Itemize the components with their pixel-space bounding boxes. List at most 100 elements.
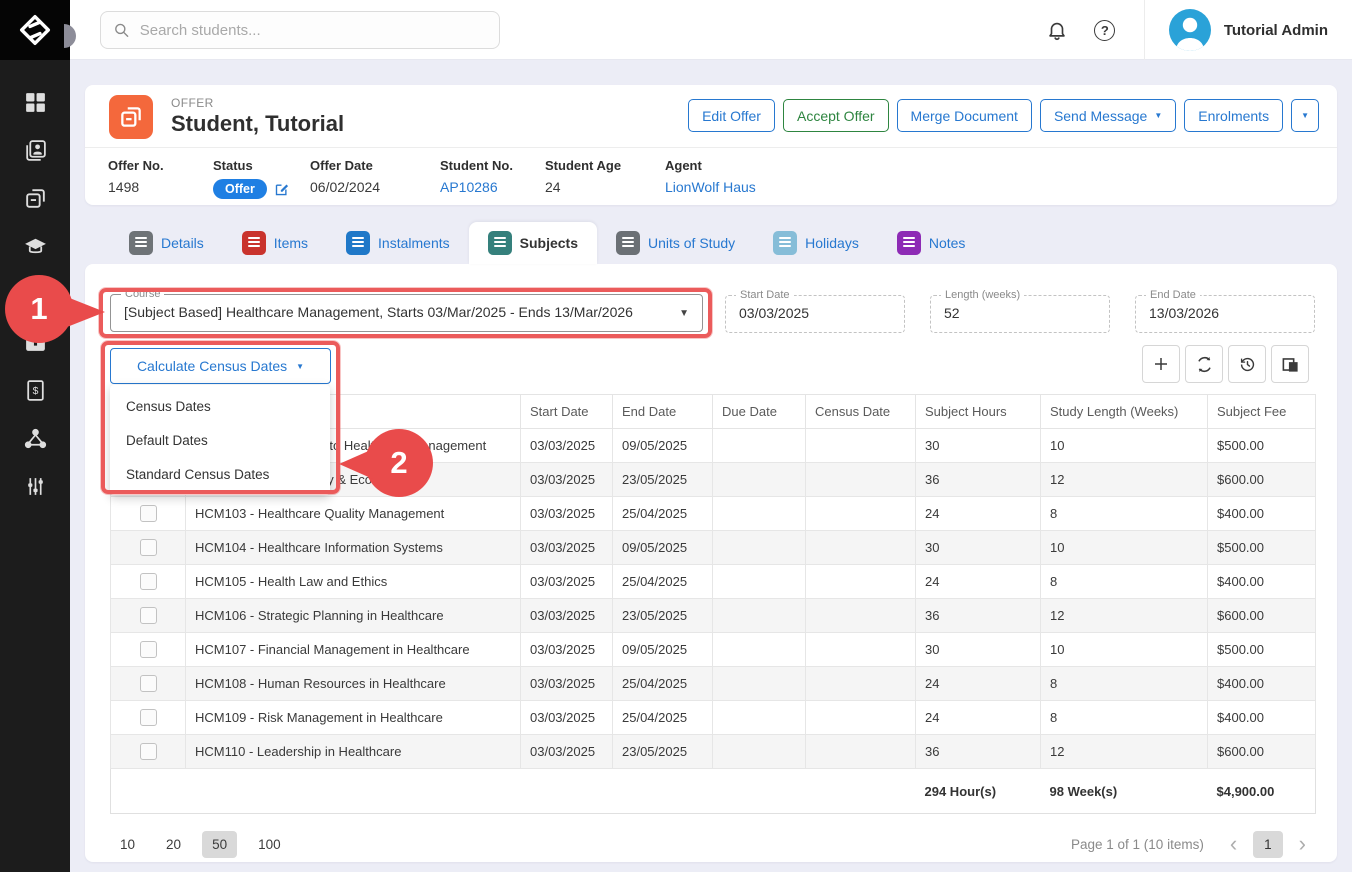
subject-fee-cell: $600.00 [1208,463,1316,497]
column-header[interactable]: Due Date [713,395,806,429]
sidebar-item-settings[interactable] [11,462,59,510]
row-checkbox-cell [111,633,186,667]
sidebar-item-dashboard[interactable] [11,78,59,126]
end-date-cell: 23/05/2025 [613,735,713,769]
subject-cell: HCM107 - Financial Management in Healthc… [186,633,521,667]
agent-link[interactable]: LionWolf Haus [665,179,756,195]
length-weeks-label: Length (weeks) [941,289,1024,301]
annotation-pin-1: 1 [5,275,73,343]
column-chooser-button[interactable] [1271,345,1309,383]
pin-arrow-icon [339,449,373,479]
prev-page-button[interactable]: ‹ [1224,833,1243,855]
topbar: ? Tutorial Admin [70,0,1352,60]
column-header[interactable]: Start Date [521,395,613,429]
tab-label: Instalments [378,235,450,251]
menu-item-census-dates[interactable]: Census Dates [110,389,330,423]
header-actions: Edit Offer Accept Offer Merge Document S… [688,99,1319,132]
merge-document-button[interactable]: Merge Document [897,99,1032,132]
column-header[interactable]: Census Date [806,395,916,429]
refresh-icon [1195,355,1214,374]
page-size-10[interactable]: 10 [110,831,145,858]
logo-icon [18,13,52,47]
menu-item-default-dates[interactable]: Default Dates [110,423,330,457]
enrolments-button[interactable]: Enrolments [1184,99,1283,132]
tab-subjects[interactable]: Subjects [469,222,597,264]
table-row: HCM110 - Leadership in Healthcare03/03/2… [111,735,1316,769]
topbar-divider [1144,0,1145,60]
add-row-button[interactable] [1142,345,1180,383]
tab-units-of-study[interactable]: Units of Study [597,222,754,264]
items-tab-icon [242,231,266,255]
sidebar-item-invoices[interactable]: $ [11,366,59,414]
tab-holidays[interactable]: Holidays [754,222,878,264]
help-icon: ? [1094,20,1115,41]
end-date-cell: 09/05/2025 [613,531,713,565]
row-checkbox[interactable] [140,709,157,726]
calculate-census-dates-button[interactable]: Calculate Census Dates▼ [110,348,331,384]
help-button[interactable]: ? [1088,13,1122,47]
more-actions-button[interactable]: ▼ [1291,99,1319,132]
due-date-cell [713,565,806,599]
census-date-cell [806,701,916,735]
page-size-20[interactable]: 20 [156,831,191,858]
annotation-pin-2: 2 [365,429,433,497]
page-size-50[interactable]: 50 [202,831,237,858]
course-select-value: [Subject Based] Healthcare Management, S… [124,304,633,320]
column-header[interactable]: Subject Hours [916,395,1041,429]
study-length-cell: 8 [1041,667,1208,701]
row-checkbox[interactable] [140,505,157,522]
invoice-icon: $ [23,378,48,403]
subject-hours-cell: 30 [916,531,1041,565]
refresh-button[interactable] [1185,345,1223,383]
tab-label: Units of Study [648,235,735,251]
current-page-button[interactable]: 1 [1253,831,1283,858]
page-size-100[interactable]: 100 [248,831,291,858]
column-header[interactable]: Study Length (Weeks) [1041,395,1208,429]
menu-item-standard-census-dates[interactable]: Standard Census Dates [110,457,330,491]
tab-notes[interactable]: Notes [878,222,985,264]
row-checkbox[interactable] [140,607,157,624]
row-checkbox[interactable] [140,675,157,692]
next-page-button[interactable]: › [1293,833,1312,855]
census-dates-menu: Census DatesDefault DatesStandard Census… [110,385,330,495]
student-search[interactable] [100,11,500,49]
subject-hours-cell: 24 [916,565,1041,599]
avatar[interactable] [1169,9,1211,51]
notifications-button[interactable] [1040,13,1074,47]
edit-status-icon[interactable] [274,182,289,197]
graduation-cap-icon [23,234,48,259]
course-select[interactable]: Course [Subject Based] Healthcare Manage… [110,294,703,332]
tab-instalments[interactable]: Instalments [327,222,469,264]
agent-label: Agent [665,158,756,173]
students-icon [23,138,48,163]
send-message-button[interactable]: Send Message▼ [1040,99,1176,132]
study-length-cell: 8 [1041,497,1208,531]
tab-details[interactable]: Details [110,222,223,264]
tab-items[interactable]: Items [223,222,327,264]
row-checkbox[interactable] [140,539,157,556]
tab-label: Notes [929,235,966,251]
edit-offer-button[interactable]: Edit Offer [688,99,775,132]
revert-button[interactable] [1228,345,1266,383]
sidebar-item-courses[interactable] [11,222,59,270]
row-checkbox[interactable] [140,743,157,760]
subject-hours-cell: 24 [916,701,1041,735]
search-input[interactable] [140,22,487,39]
due-date-cell [713,633,806,667]
column-header[interactable]: End Date [613,395,713,429]
subject-hours-cell: 36 [916,463,1041,497]
subject-cell: HCM105 - Health Law and Ethics [186,565,521,599]
sidebar-item-offers[interactable] [11,174,59,222]
row-checkbox[interactable] [140,641,157,658]
accept-offer-button[interactable]: Accept Offer [783,99,889,132]
study-length-cell: 10 [1041,429,1208,463]
sidebar-item-students[interactable] [11,126,59,174]
table-row: HCM108 - Human Resources in Healthcare03… [111,667,1316,701]
subject-cell: HCM109 - Risk Management in Healthcare [186,701,521,735]
status-badge[interactable]: Offer [213,179,267,199]
student-no-link[interactable]: AP10286 [440,179,545,195]
column-header[interactable]: Subject Fee [1208,395,1316,429]
user-name[interactable]: Tutorial Admin [1224,22,1328,39]
sidebar-item-agents[interactable] [11,414,59,462]
row-checkbox[interactable] [140,573,157,590]
